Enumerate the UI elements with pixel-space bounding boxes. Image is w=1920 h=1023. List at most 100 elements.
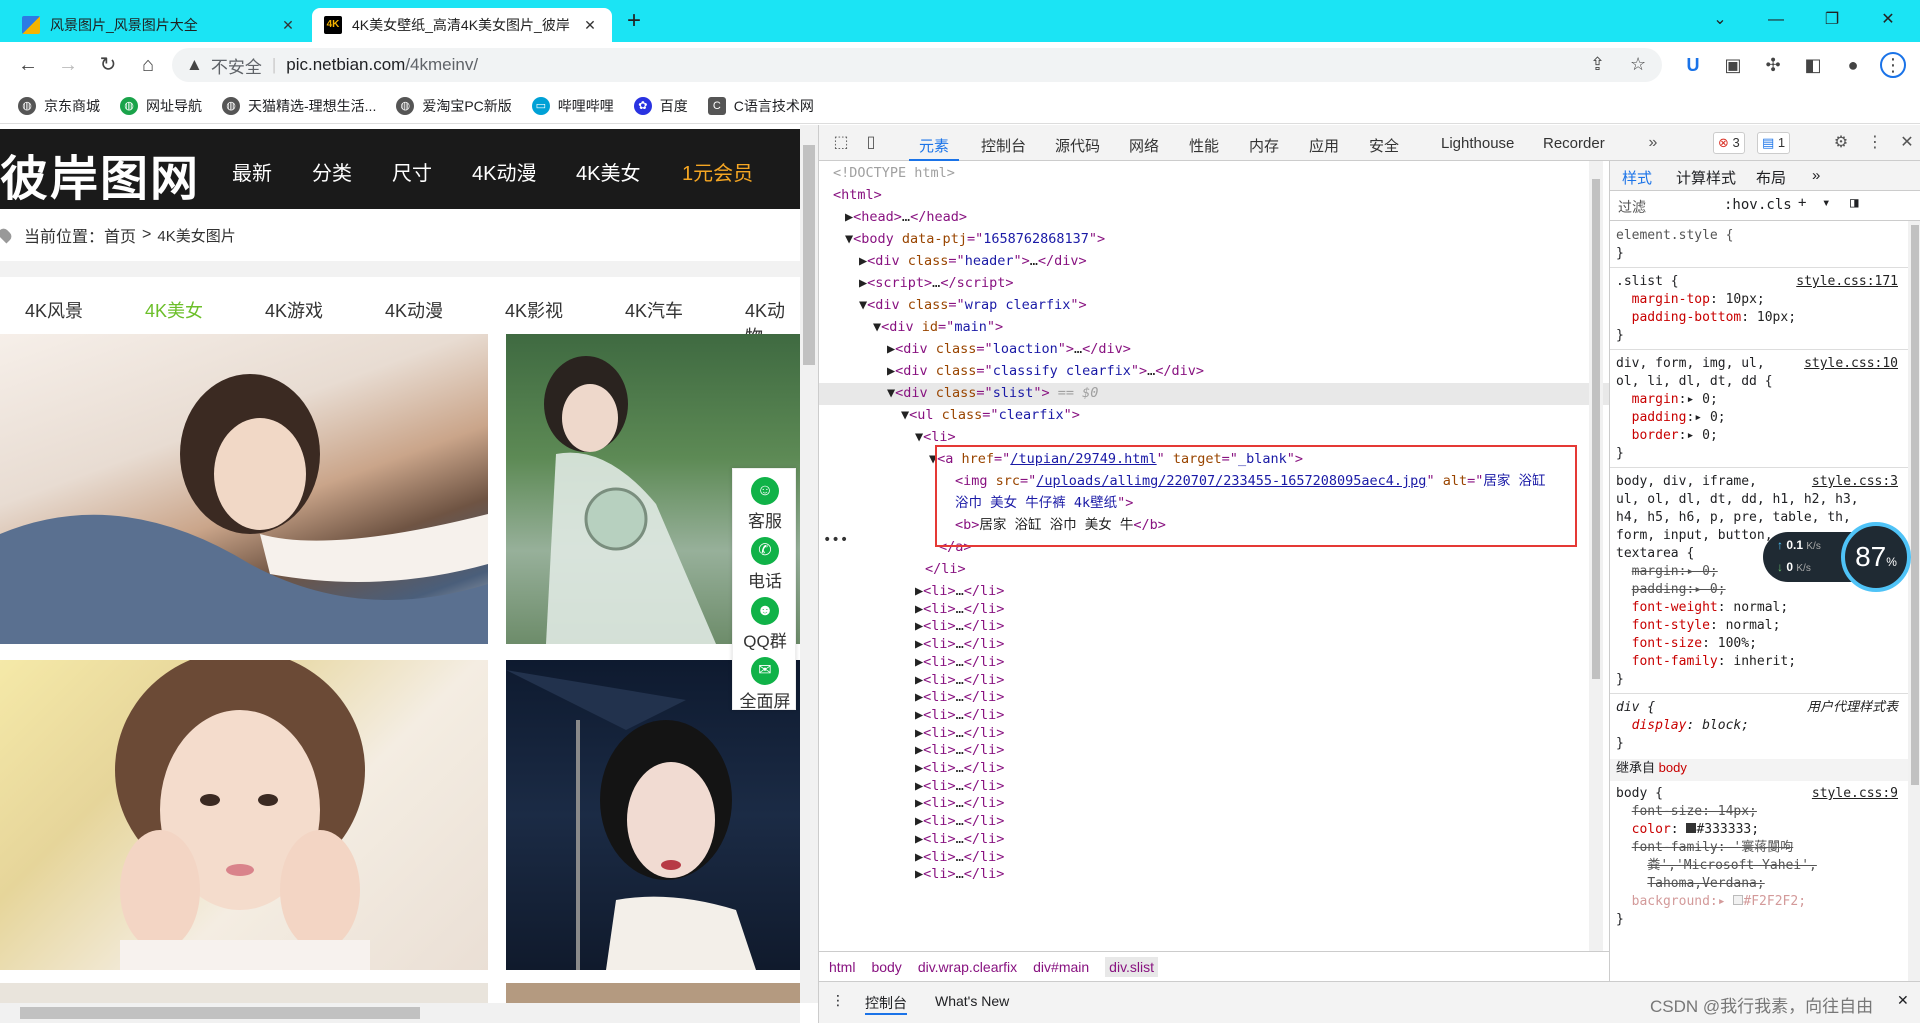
- share-icon[interactable]: ⇪: [1590, 54, 1605, 75]
- bookmark-bilibili[interactable]: ▭ 哔哩哔哩: [531, 96, 614, 116]
- rule-ua-div[interactable]: div {用户代理样式表: [1616, 699, 1906, 717]
- dom-line-doctype[interactable]: <!DOCTYPE html>: [833, 163, 1603, 185]
- tab-search-icon[interactable]: ⌄: [1700, 6, 1740, 34]
- decl[interactable]: padding-bottom: 10px;: [1616, 309, 1906, 327]
- dom-line-classify[interactable]: ▶<div class="classify clearfix">…</div>: [887, 361, 1609, 383]
- rule-element-style[interactable]: element.style {: [1616, 227, 1906, 245]
- tab-recorder[interactable]: Recorder: [1543, 135, 1605, 152]
- decl[interactable]: font-size: 100%;: [1616, 635, 1906, 653]
- breadcrumb-current[interactable]: 4K美女图片: [157, 225, 235, 246]
- nav-4k-beauty[interactable]: 4K美女: [576, 157, 640, 186]
- dom-line-wrap[interactable]: ▼<div class="wrap clearfix">: [859, 295, 1609, 317]
- extensions-puzzle-icon[interactable]: ✣: [1760, 52, 1786, 78]
- hov-toggle[interactable]: :hov: [1724, 197, 1758, 213]
- bookmark-taobao[interactable]: ◍ 爱淘宝PC新版: [396, 96, 512, 116]
- scroll-thumb[interactable]: [20, 1007, 420, 1019]
- tab-elements[interactable]: 元素: [908, 135, 960, 161]
- category-anime[interactable]: 4K动漫: [385, 297, 443, 323]
- dom-line-body[interactable]: ▼<body data-ptj="1658762868137">: [845, 229, 1609, 251]
- crumb-slist[interactable]: div.slist: [1105, 956, 1159, 977]
- tab-computed[interactable]: 计算样式: [1676, 167, 1736, 188]
- styles-scrollbar[interactable]: [1908, 221, 1920, 981]
- rule-reset[interactable]: div, form, img, ul, style.css:10: [1616, 355, 1906, 373]
- category-film[interactable]: 4K影视: [505, 297, 563, 323]
- device-toolbar-icon[interactable]: ▯: [859, 131, 883, 155]
- reload-icon[interactable]: ↻: [94, 51, 122, 79]
- bookmark-baidu[interactable]: ✿ 百度: [633, 96, 688, 116]
- settings-gear-icon[interactable]: ⚙: [1829, 131, 1853, 155]
- more-tabs-icon[interactable]: »: [1812, 167, 1820, 184]
- rule-body-div[interactable]: body, div, iframe, style.css:3: [1616, 473, 1906, 491]
- crumb-wrap[interactable]: div.wrap.clearfix: [918, 959, 1017, 975]
- tab-memory[interactable]: 内存: [1249, 135, 1279, 156]
- page-vertical-scrollbar[interactable]: [800, 125, 818, 1003]
- qq-group-button[interactable]: ☻ QQ群: [733, 597, 797, 652]
- bookmark-clang[interactable]: C C语言技术网: [707, 96, 814, 116]
- drawer-menu-icon[interactable]: ⋮: [831, 992, 845, 1009]
- site-logo[interactable]: 彼岸图网: [0, 139, 200, 209]
- dom-line-slist-selected[interactable]: ▼<div class="slist"> == $0: [819, 383, 1609, 405]
- cls-toggle[interactable]: .cls: [1758, 197, 1792, 213]
- color-swatch[interactable]: [1686, 823, 1697, 833]
- breadcrumb-home[interactable]: 首页: [104, 223, 136, 247]
- decl-inactive[interactable]: background:▸ #F2F2F2;: [1616, 893, 1906, 911]
- category-scenery[interactable]: 4K风景: [25, 297, 83, 323]
- tab-layout[interactable]: 布局: [1756, 167, 1786, 188]
- nav-category[interactable]: 分类: [312, 157, 352, 186]
- add-rule-icon[interactable]: +: [1798, 195, 1806, 211]
- nav-latest[interactable]: 最新: [232, 157, 272, 186]
- toggle-sidebar-icon[interactable]: ◨: [1850, 195, 1858, 211]
- paint-icon[interactable]: ▾: [1822, 195, 1830, 211]
- scroll-thumb[interactable]: [803, 145, 815, 365]
- rule-body[interactable]: body {style.css:9: [1616, 785, 1906, 803]
- scroll-thumb[interactable]: [1911, 225, 1919, 785]
- photo-bathtub[interactable]: [0, 334, 488, 644]
- dom-line-ul[interactable]: ▼<ul class="clearfix">: [901, 405, 1609, 427]
- category-car[interactable]: 4K汽车: [625, 297, 683, 323]
- network-speed-widget[interactable]: ↑ 0.1 K/s ↓ 0 K/s 87%: [1763, 522, 1911, 592]
- close-window-button[interactable]: ✕: [1868, 6, 1908, 34]
- close-drawer-icon[interactable]: ✕: [1897, 992, 1909, 1009]
- dom-line-script[interactable]: ▶<script>…</script>: [859, 273, 1609, 295]
- dom-tree-scrollbar[interactable]: [1589, 161, 1603, 951]
- decl[interactable]: font-style: normal;: [1616, 617, 1906, 635]
- tab-4k-beauty[interactable]: 4K 4K美女壁纸_高清4K美女图片_彼岸 ✕: [312, 8, 612, 42]
- dom-line-html[interactable]: <html>: [833, 185, 1603, 207]
- decl[interactable]: font-family: inherit;: [1616, 653, 1906, 671]
- style-source-link[interactable]: style.css:10: [1804, 355, 1898, 373]
- category-game[interactable]: 4K游戏: [265, 297, 323, 323]
- decl[interactable]: display: block;: [1616, 717, 1906, 735]
- nav-vip[interactable]: 1元会员: [682, 157, 753, 186]
- tab-styles[interactable]: 样式: [1622, 167, 1652, 188]
- crumb-html[interactable]: html: [829, 959, 855, 975]
- crumb-main[interactable]: div#main: [1033, 959, 1089, 975]
- tab-sources[interactable]: 源代码: [1055, 135, 1100, 156]
- phone-button[interactable]: ✆ 电话: [733, 537, 797, 592]
- dom-line-li-close[interactable]: </li>: [925, 559, 1609, 581]
- restore-button[interactable]: ❐: [1812, 6, 1852, 34]
- tab-security[interactable]: 安全: [1369, 135, 1399, 156]
- dom-line-main[interactable]: ▼<div id="main">: [873, 317, 1609, 339]
- page-horizontal-scrollbar[interactable]: [0, 1003, 800, 1023]
- dom-line-loaction[interactable]: ▶<div class="loaction">…</div>: [887, 339, 1609, 361]
- decl[interactable]: padding:▸ 0;: [1616, 409, 1906, 427]
- decl-overridden[interactable]: font-family: '寰蒋闅呴: [1616, 839, 1906, 857]
- crumb-body[interactable]: body: [871, 959, 901, 975]
- decl[interactable]: color: #333333;: [1616, 821, 1906, 839]
- tab-performance[interactable]: 性能: [1189, 135, 1219, 156]
- decl-overridden[interactable]: font-size: 14px;: [1616, 803, 1906, 821]
- nav-4k-anime[interactable]: 4K动漫: [472, 157, 536, 186]
- tab-application[interactable]: 应用: [1309, 135, 1339, 156]
- messages-badge[interactable]: ▤ 1: [1757, 132, 1791, 154]
- dom-line-header[interactable]: ▶<div class="header">…</div>: [859, 251, 1609, 273]
- tab-console[interactable]: 控制台: [981, 135, 1026, 156]
- dom-line-head[interactable]: ▶<head>…</head>: [845, 207, 1609, 229]
- bookmark-tmall[interactable]: ◍ 天猫精选-理想生活...: [222, 96, 376, 116]
- close-tab-icon[interactable]: ✕: [278, 17, 298, 34]
- close-devtools-icon[interactable]: ✕: [1895, 131, 1919, 155]
- home-icon[interactable]: ⌂: [134, 51, 162, 79]
- tab-scenery[interactable]: 风景图片_风景图片大全 ✕: [10, 8, 310, 42]
- profile-avatar-icon[interactable]: ●: [1840, 52, 1866, 78]
- tab-network[interactable]: 网络: [1129, 135, 1159, 156]
- forward-icon[interactable]: →: [54, 51, 82, 79]
